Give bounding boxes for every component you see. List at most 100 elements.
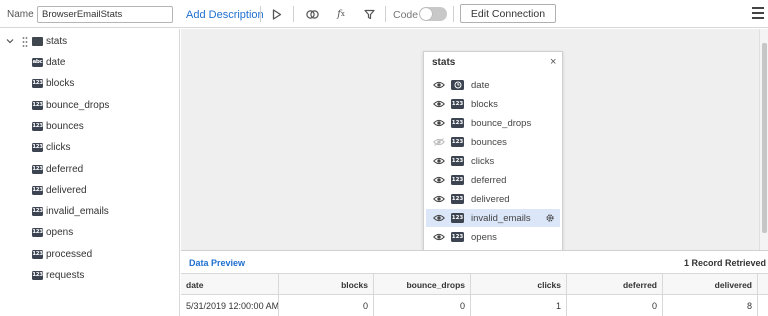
tree-field-bounces[interactable]: 123 bounces bbox=[32, 120, 178, 134]
card-field-clicks[interactable]: 123 clicks bbox=[426, 152, 560, 170]
scrollbar-thumb[interactable] bbox=[762, 43, 767, 233]
tree-field-processed[interactable]: 123 processed bbox=[32, 248, 178, 262]
card-field-delivered[interactable]: 123 delivered bbox=[426, 190, 560, 208]
card-field-label: clicks bbox=[471, 156, 495, 167]
name-label: Name bbox=[7, 9, 34, 20]
tree-root-label: stats bbox=[46, 36, 68, 47]
toolbar-divider bbox=[260, 6, 261, 22]
eye-icon[interactable] bbox=[433, 195, 445, 203]
eye-icon[interactable] bbox=[433, 81, 445, 89]
eye-icon[interactable] bbox=[433, 100, 445, 108]
chevron-down-icon[interactable] bbox=[6, 37, 14, 45]
field-tree: stats abc date 123 blocks 123 bounce_drops 123… bbox=[0, 29, 180, 316]
column-header-date[interactable]: date bbox=[181, 274, 279, 296]
eye-icon[interactable] bbox=[433, 214, 445, 222]
number-type-icon: 123 bbox=[32, 207, 43, 217]
view-toggle-icon[interactable] bbox=[304, 6, 320, 22]
card-field-opens[interactable]: 123 opens bbox=[426, 228, 560, 246]
close-icon[interactable]: × bbox=[550, 56, 556, 68]
field-label: processed bbox=[46, 248, 93, 260]
number-type-icon: 123 bbox=[32, 121, 43, 131]
name-input[interactable] bbox=[37, 6, 173, 23]
number-type-icon: 123 bbox=[451, 137, 464, 147]
text-type-icon: abc bbox=[32, 58, 43, 67]
table-cell: 1 bbox=[471, 295, 567, 316]
field-label: invalid_emails bbox=[46, 206, 109, 218]
number-type-icon: 123 bbox=[32, 249, 43, 259]
field-label: clicks bbox=[46, 142, 71, 154]
toggle-knob bbox=[420, 8, 432, 20]
column-header-clicks[interactable]: clicks bbox=[471, 274, 567, 296]
toolbar-divider bbox=[293, 6, 294, 22]
edit-connection-button[interactable]: Edit Connection bbox=[460, 4, 556, 23]
card-field-deferred[interactable]: 123 deferred bbox=[426, 171, 560, 189]
record-count: 1 Record Retrieved bbox=[683, 258, 766, 268]
card-title: stats bbox=[432, 57, 456, 68]
tree-field-delivered[interactable]: 123 delivered bbox=[32, 184, 178, 198]
tree-field-clicks[interactable]: 123 clicks bbox=[32, 141, 178, 155]
number-type-icon: 123 bbox=[32, 143, 43, 153]
number-type-icon: 123 bbox=[451, 99, 464, 109]
code-label: Code bbox=[393, 9, 419, 21]
field-label: blocks bbox=[46, 78, 75, 90]
eye-icon[interactable] bbox=[433, 119, 445, 127]
card-field-label: bounces bbox=[471, 137, 507, 148]
number-type-icon: 123 bbox=[32, 228, 43, 238]
vertical-scrollbar[interactable] bbox=[759, 29, 768, 250]
drag-handle-icon[interactable] bbox=[22, 36, 28, 48]
card-field-blocks[interactable]: 123 blocks bbox=[426, 95, 560, 113]
card-field-label: bounce_drops bbox=[471, 118, 532, 129]
field-label: bounce_drops bbox=[46, 99, 110, 111]
number-type-icon: 123 bbox=[451, 194, 464, 204]
card-field-bounces[interactable]: 123 bounces bbox=[426, 133, 560, 151]
menu-icon[interactable] bbox=[752, 7, 764, 19]
number-type-icon: 123 bbox=[32, 271, 43, 280]
card-field-label: opens bbox=[471, 232, 497, 243]
tree-field-opens[interactable]: 123 opens bbox=[32, 226, 178, 240]
card-field-label: date bbox=[471, 80, 490, 91]
tree-field-blocks[interactable]: 123 blocks bbox=[32, 77, 178, 91]
number-type-icon: 123 bbox=[32, 185, 43, 195]
play-icon[interactable] bbox=[269, 6, 285, 22]
column-header-bounce-drops[interactable]: bounce_drops bbox=[374, 274, 471, 296]
table-icon bbox=[32, 37, 43, 46]
tree-field-deferred[interactable]: 123 deferred bbox=[32, 163, 178, 177]
data-preview-title[interactable]: Data Preview bbox=[189, 258, 245, 268]
table-row: 5/31/2019 12:00:00 AM 0 0 1 0 8 bbox=[181, 295, 768, 316]
header-row: date blocks bounce_drops clicks deferred deli… bbox=[181, 273, 768, 296]
tree-field-invalid-emails[interactable]: 123 invalid_emails bbox=[32, 205, 178, 219]
eye-icon[interactable] bbox=[433, 233, 445, 241]
fx-icon[interactable]: fx bbox=[333, 6, 349, 22]
field-label: opens bbox=[46, 227, 74, 239]
number-type-icon: 123 bbox=[451, 156, 464, 166]
eye-hidden-icon[interactable] bbox=[433, 138, 445, 146]
number-type-icon: 123 bbox=[451, 118, 464, 128]
card-field-date[interactable]: date bbox=[426, 76, 560, 94]
field-label: deferred bbox=[46, 163, 84, 175]
add-description-link[interactable]: Add Description bbox=[186, 9, 264, 21]
table-cell: 8 bbox=[663, 295, 758, 316]
card-field-invalid-emails[interactable]: 123 invalid_emails bbox=[426, 209, 560, 227]
number-type-icon: 123 bbox=[32, 100, 43, 110]
column-header-blocks[interactable]: blocks bbox=[279, 274, 374, 296]
card-field-label: invalid_emails bbox=[471, 213, 531, 224]
gear-icon[interactable] bbox=[545, 213, 555, 223]
tree-field-bounce-drops[interactable]: 123 bounce_drops bbox=[32, 99, 178, 113]
card-field-bounce-drops[interactable]: 123 bounce_drops bbox=[426, 114, 560, 132]
card-field-label: blocks bbox=[471, 99, 498, 110]
tree-root-stats[interactable]: stats bbox=[0, 35, 179, 49]
funnel-icon[interactable] bbox=[361, 6, 377, 22]
clock-icon bbox=[451, 80, 464, 90]
table-cell: 0 bbox=[374, 295, 471, 316]
tree-field-requests[interactable]: 123 requests bbox=[32, 269, 178, 283]
toolbar: Name Add Description fx Code Edit Connec… bbox=[0, 0, 768, 28]
field-label: requests bbox=[46, 270, 85, 281]
eye-icon[interactable] bbox=[433, 176, 445, 184]
column-header-deferred[interactable]: deferred bbox=[567, 274, 663, 296]
number-type-icon: 123 bbox=[32, 164, 43, 174]
eye-icon[interactable] bbox=[433, 157, 445, 165]
column-header-delivered[interactable]: delivered bbox=[663, 274, 758, 296]
card-field-label: delivered bbox=[471, 194, 510, 205]
code-toggle[interactable] bbox=[419, 7, 447, 21]
tree-field-date[interactable]: abc date bbox=[32, 56, 178, 70]
